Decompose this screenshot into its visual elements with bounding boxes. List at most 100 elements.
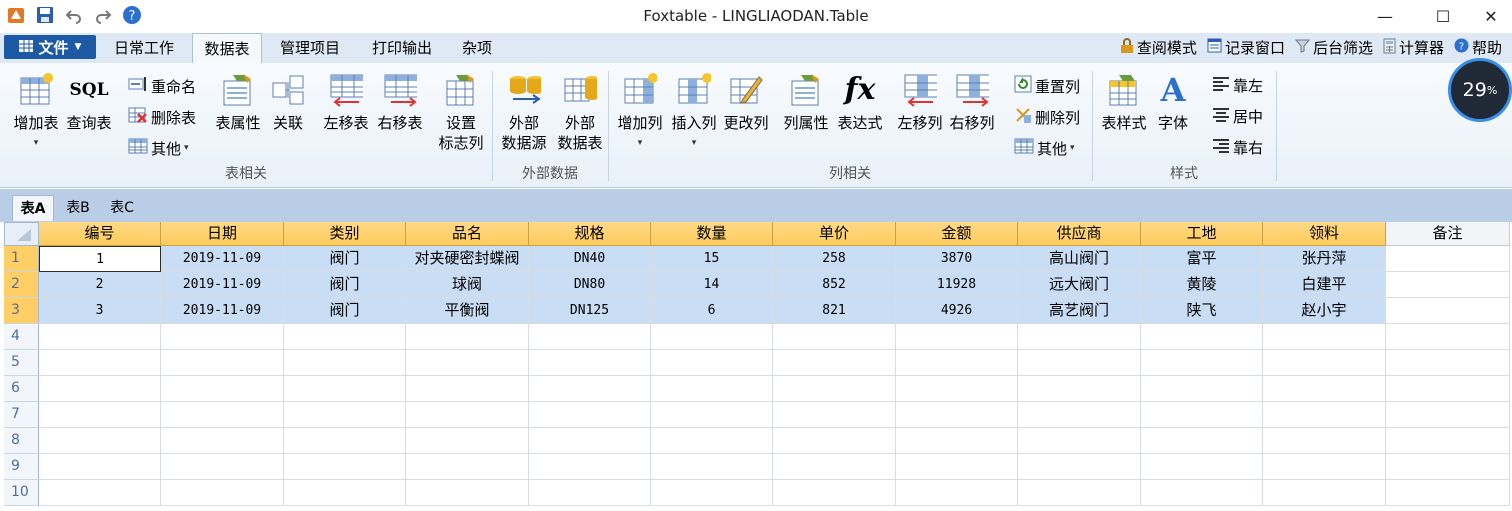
table-cell[interactable] xyxy=(651,376,773,402)
table-properties-button[interactable]: 表属性 xyxy=(212,73,264,133)
table-cell[interactable] xyxy=(1018,454,1141,480)
insert-column-button[interactable]: 插入列 ▾ xyxy=(668,73,720,153)
reset-column-button[interactable]: 重置列 xyxy=(1014,75,1080,97)
table-cell[interactable] xyxy=(284,402,406,428)
table-cell[interactable]: 张丹萍 xyxy=(1263,246,1386,272)
table-cell[interactable]: 2 xyxy=(39,272,161,298)
table-cell[interactable] xyxy=(1141,428,1263,454)
table-cell[interactable] xyxy=(1018,402,1141,428)
column-header[interactable]: 单价 xyxy=(773,222,896,246)
close-button[interactable]: ✕ xyxy=(1468,0,1512,33)
table-cell[interactable] xyxy=(529,402,651,428)
table-cell[interactable]: 白建平 xyxy=(1263,272,1386,298)
row-header[interactable]: 2 xyxy=(4,272,39,298)
table-cell[interactable] xyxy=(406,376,529,402)
delete-column-button[interactable]: 删除列 xyxy=(1014,106,1080,128)
table-cell[interactable] xyxy=(1386,480,1510,506)
table-cell[interactable]: 1 xyxy=(39,246,161,272)
move-table-left-button[interactable]: 左移表 xyxy=(320,73,372,133)
table-cell[interactable] xyxy=(773,324,896,350)
table-cell[interactable] xyxy=(773,454,896,480)
table-cell[interactable] xyxy=(1386,402,1510,428)
table-cell[interactable] xyxy=(896,324,1018,350)
column-header[interactable]: 金额 xyxy=(896,222,1018,246)
table-cell[interactable] xyxy=(896,454,1018,480)
table-cell[interactable]: 14 xyxy=(651,272,773,298)
table-cell[interactable] xyxy=(1386,272,1510,298)
table-cell[interactable] xyxy=(1263,480,1386,506)
table-cell[interactable]: 852 xyxy=(773,272,896,298)
table-style-button[interactable]: 表样式 xyxy=(1098,73,1150,133)
column-header[interactable]: 领料 xyxy=(1263,222,1386,246)
table-cell[interactable] xyxy=(284,454,406,480)
tab-misc[interactable]: 杂项 xyxy=(452,33,502,63)
table-cell[interactable] xyxy=(896,480,1018,506)
table-cell[interactable] xyxy=(284,324,406,350)
column-other-button[interactable]: 其他 ▾ xyxy=(1014,137,1075,159)
rename-button[interactable]: 重命名 xyxy=(128,75,196,97)
table-cell[interactable]: 3 xyxy=(39,298,161,324)
table-cell[interactable] xyxy=(161,324,284,350)
table-cell[interactable] xyxy=(773,350,896,376)
row-header[interactable]: 7 xyxy=(4,402,39,428)
table-cell[interactable]: DN80 xyxy=(529,272,651,298)
set-flag-column-button[interactable]: 设置 标志列 xyxy=(434,73,488,153)
table-cell[interactable] xyxy=(1141,402,1263,428)
column-header[interactable]: 备注 xyxy=(1386,222,1510,246)
table-cell[interactable]: 3870 xyxy=(896,246,1018,272)
add-column-button[interactable]: 增加列 ▾ xyxy=(614,73,666,153)
table-cell[interactable] xyxy=(896,428,1018,454)
external-source-button[interactable]: 外部 数据源 xyxy=(498,73,550,153)
row-header[interactable]: 5 xyxy=(4,350,39,376)
row-header[interactable]: 10 xyxy=(4,480,39,506)
calculator-button[interactable]: 计算器 xyxy=(1383,37,1444,58)
table-cell[interactable] xyxy=(1018,376,1141,402)
external-table-button[interactable]: 外部 数据表 xyxy=(554,73,606,153)
table-cell[interactable] xyxy=(1141,454,1263,480)
table-cell[interactable] xyxy=(161,480,284,506)
column-header[interactable]: 日期 xyxy=(161,222,284,246)
column-header[interactable]: 编号 xyxy=(39,222,161,246)
table-cell[interactable] xyxy=(1018,480,1141,506)
table-cell[interactable]: DN40 xyxy=(529,246,651,272)
table-cell[interactable]: 4926 xyxy=(896,298,1018,324)
sheet-tab-b[interactable]: 表B xyxy=(58,195,98,221)
tab-print-output[interactable]: 打印输出 xyxy=(362,33,442,63)
table-cell[interactable] xyxy=(39,454,161,480)
table-cell[interactable]: 821 xyxy=(773,298,896,324)
table-cell[interactable] xyxy=(529,350,651,376)
table-cell[interactable] xyxy=(1263,350,1386,376)
table-cell[interactable] xyxy=(406,350,529,376)
expression-button[interactable]: fx 表达式 xyxy=(834,73,886,133)
table-cell[interactable] xyxy=(406,480,529,506)
align-right-button[interactable]: 靠右 xyxy=(1212,137,1263,158)
table-cell[interactable] xyxy=(1141,324,1263,350)
column-header[interactable]: 类别 xyxy=(284,222,406,246)
select-all-corner[interactable] xyxy=(4,222,39,246)
table-cell[interactable]: 2019-11-09 xyxy=(161,246,284,272)
table-cell[interactable] xyxy=(1141,376,1263,402)
table-cell[interactable]: 258 xyxy=(773,246,896,272)
table-cell[interactable]: 球阀 xyxy=(406,272,529,298)
row-header[interactable]: 3 xyxy=(4,298,39,324)
background-filter-button[interactable]: 后台筛选 xyxy=(1294,37,1373,58)
table-cell[interactable] xyxy=(529,324,651,350)
file-menu-button[interactable]: 文件 ▼ xyxy=(4,35,96,59)
tab-manage-project[interactable]: 管理项目 xyxy=(270,33,350,63)
maximize-button[interactable]: ☐ xyxy=(1420,0,1466,33)
table-cell[interactable] xyxy=(651,428,773,454)
table-cell[interactable]: 黄陵 xyxy=(1141,272,1263,298)
table-cell[interactable]: 6 xyxy=(651,298,773,324)
table-cell[interactable] xyxy=(161,454,284,480)
column-header[interactable]: 规格 xyxy=(529,222,651,246)
table-cell[interactable] xyxy=(773,480,896,506)
table-cell[interactable]: 2019-11-09 xyxy=(161,272,284,298)
table-cell[interactable]: DN125 xyxy=(529,298,651,324)
sheet-tab-a[interactable]: 表A xyxy=(12,195,54,221)
table-cell[interactable] xyxy=(529,428,651,454)
table-cell[interactable] xyxy=(896,402,1018,428)
row-header[interactable]: 9 xyxy=(4,454,39,480)
move-column-right-button[interactable]: 右移列 xyxy=(946,73,998,133)
table-cell[interactable] xyxy=(651,324,773,350)
record-window-button[interactable]: 记录窗口 xyxy=(1207,37,1285,58)
